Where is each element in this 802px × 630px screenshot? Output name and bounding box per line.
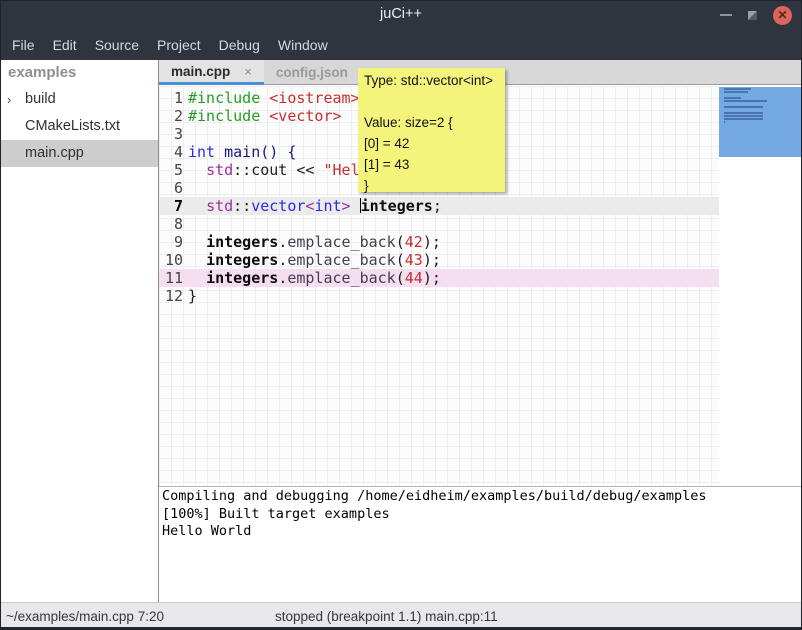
line-number: 5	[159, 161, 183, 179]
tree-item-main-cpp[interactable]: main.cpp	[0, 140, 158, 167]
minimap-visible-region[interactable]	[719, 87, 802, 157]
tree-item-build[interactable]: ›build	[0, 86, 158, 113]
tooltip-value-line: [1] = 43	[364, 154, 499, 175]
tooltip-type-line: Type: std::vector<int>	[364, 73, 499, 88]
line-number: 6	[159, 179, 183, 197]
code-line-9[interactable]: 9 integers.emplace_back(42);	[159, 233, 719, 251]
tab-config-json[interactable]: config.json	[264, 60, 360, 85]
code-line-7[interactable]: 7 std::vector<int> integers;	[159, 197, 719, 215]
terminal-line: Compiling and debugging /home/eidheim/ex…	[162, 488, 802, 506]
code-text: }	[183, 287, 197, 305]
status-debug-state: stopped (breakpoint 1.1) main.cpp:11	[275, 609, 498, 624]
code-text: #include <vector>	[183, 107, 342, 125]
tree-item-label: build	[25, 91, 56, 107]
minimap-line	[724, 91, 748, 93]
code-line-8[interactable]: 8	[159, 215, 719, 233]
menu-item-source[interactable]: Source	[88, 33, 146, 57]
close-icon[interactable]: ✕	[773, 6, 792, 25]
window-title: juCi++	[0, 6, 802, 22]
line-number: 3	[159, 125, 183, 143]
tooltip-value-line: }	[364, 175, 499, 196]
minimap-line	[724, 100, 767, 102]
menu-item-edit[interactable]: Edit	[46, 33, 84, 57]
code-line-10[interactable]: 10 integers.emplace_back(43);	[159, 251, 719, 269]
minimize-icon[interactable]	[720, 14, 732, 16]
terminal-output[interactable]: Compiling and debugging /home/eidheim/ex…	[159, 487, 802, 602]
line-number: 1	[159, 89, 183, 107]
menu-item-window[interactable]: Window	[271, 33, 335, 57]
code-text: integers.emplace_back(42);	[183, 233, 441, 251]
code-line-11[interactable]: 11 integers.emplace_back(44);	[159, 269, 719, 287]
line-number: 9	[159, 233, 183, 251]
tab-label: config.json	[276, 65, 348, 80]
tree-item-label: main.cpp	[25, 145, 84, 161]
menu-item-debug[interactable]: Debug	[212, 33, 267, 57]
tab-close-icon[interactable]: ×	[244, 64, 252, 79]
line-number: 10	[159, 251, 183, 269]
file-tree-sidebar: examples ›build CMakeLists.txt main.cpp	[0, 60, 158, 602]
minimap-line	[724, 118, 763, 120]
debug-value-tooltip: Type: std::vector<int> Value: size=2 { […	[358, 68, 505, 192]
terminal-line: [100%] Built target examples	[162, 506, 802, 524]
tree-item-cmakelists-txt[interactable]: CMakeLists.txt	[0, 113, 158, 140]
line-number: 2	[159, 107, 183, 125]
menu-item-project[interactable]: Project	[150, 33, 208, 57]
tooltip-value-line: [0] = 42	[364, 133, 499, 154]
minimap-line	[724, 88, 751, 90]
minimap[interactable]	[719, 86, 802, 486]
window-controls: ✕	[720, 0, 792, 30]
minimap-line	[724, 115, 763, 117]
line-number: 8	[159, 215, 183, 233]
menu-bar: FileEditSourceProjectDebugWindow	[0, 30, 802, 60]
line-number: 11	[159, 269, 183, 287]
code-line-12[interactable]: 12}	[159, 287, 719, 305]
line-number: 12	[159, 287, 183, 305]
project-name-header: examples	[0, 60, 158, 86]
restore-icon[interactable]	[748, 11, 757, 20]
tab-main-cpp[interactable]: main.cpp ×	[159, 60, 264, 85]
minimap-line	[724, 121, 725, 123]
title-bar: juCi++ ✕	[0, 0, 802, 30]
menu-item-file[interactable]: File	[5, 33, 42, 57]
code-text: integers.emplace_back(44);	[183, 269, 441, 287]
code-text: int main() {	[183, 143, 296, 161]
chevron-right-icon[interactable]: ›	[7, 86, 21, 113]
file-tree: ›build CMakeLists.txt main.cpp	[0, 86, 158, 167]
line-number: 7	[159, 197, 183, 215]
tooltip-value-block: Value: size=2 { [0] = 42 [1] = 43}	[364, 112, 499, 196]
terminal-line: Hello World	[162, 523, 802, 541]
code-text	[183, 125, 188, 143]
code-text: #include <iostream>	[183, 89, 360, 107]
status-file-position: ~/examples/main.cpp 7:20	[6, 609, 164, 624]
minimap-line	[724, 106, 763, 108]
code-text	[183, 179, 188, 197]
app-window: juCi++ ✕ FileEditSourceProjectDebugWindo…	[0, 0, 802, 630]
code-text: std::vector<int> integers;	[183, 197, 442, 215]
line-number: 4	[159, 143, 183, 161]
minimap-line	[724, 112, 763, 114]
minimap-line	[724, 97, 741, 99]
tree-item-label: CMakeLists.txt	[25, 118, 120, 134]
code-text	[183, 215, 188, 233]
status-bar: ~/examples/main.cpp 7:20 stopped (breakp…	[0, 602, 802, 630]
tooltip-value-line: Value: size=2 {	[364, 112, 499, 133]
tab-label: main.cpp	[171, 64, 230, 79]
code-text: integers.emplace_back(43);	[183, 251, 441, 269]
